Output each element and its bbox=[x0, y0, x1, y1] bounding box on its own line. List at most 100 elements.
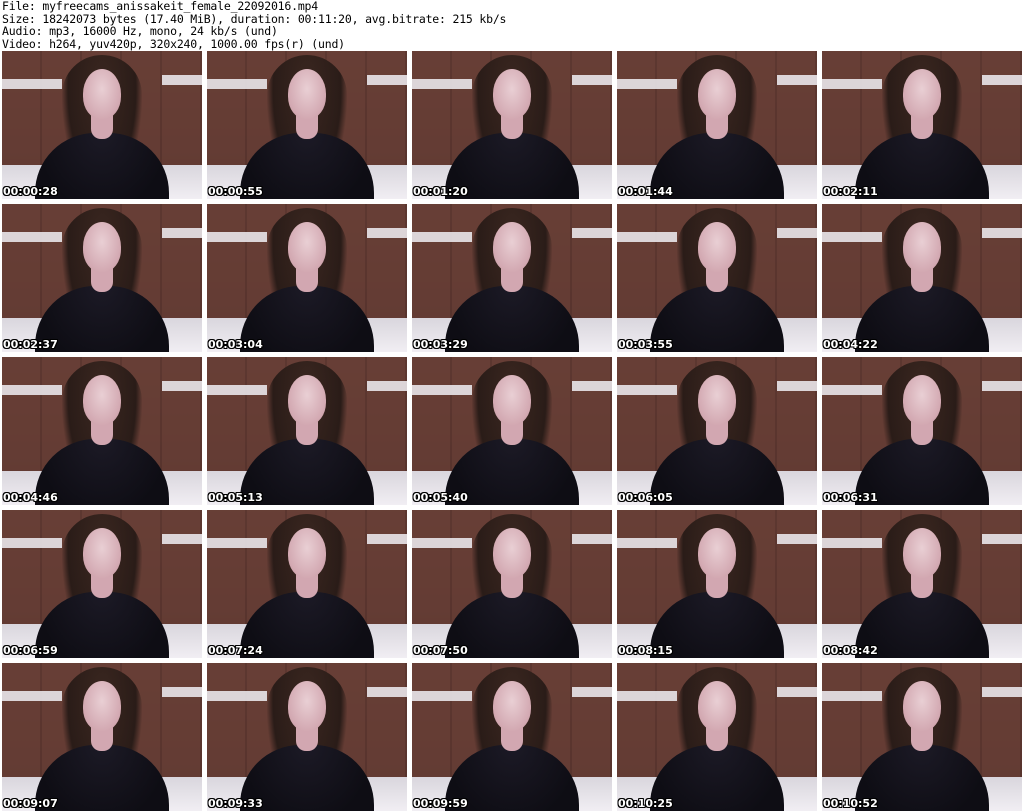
video-thumbnail: 00:06:31 bbox=[822, 357, 1022, 505]
face bbox=[903, 69, 941, 119]
person-figure bbox=[437, 361, 587, 505]
person-figure bbox=[27, 208, 177, 352]
thumbnail-timestamp: 00:07:50 bbox=[413, 644, 468, 657]
video-thumbnail: 00:10:25 bbox=[617, 663, 817, 811]
file-name-line: File: myfreecams_anissakeit_female_22092… bbox=[2, 0, 319, 13]
thumbnail-timestamp: 00:06:31 bbox=[823, 491, 878, 504]
thumbnail-timestamp: 00:06:59 bbox=[3, 644, 58, 657]
thumbnail-grid: 00:00:28 00:00:55 00:01:20 00:01:44 00:02:11… bbox=[2, 51, 1022, 811]
video-thumbnail: 00:10:52 bbox=[822, 663, 1022, 811]
video-thumbnail: 00:01:20 bbox=[412, 51, 612, 199]
thumbnail-timestamp: 00:04:46 bbox=[3, 491, 58, 504]
video-thumbnail: 00:07:24 bbox=[207, 510, 407, 658]
face bbox=[288, 528, 326, 578]
face bbox=[83, 528, 121, 578]
video-info-line: Video: h264, yuv420p, 320x240, 1000.00 f… bbox=[2, 36, 345, 51]
thumbnail-timestamp: 00:10:52 bbox=[823, 797, 878, 810]
thumbnail-timestamp: 00:05:13 bbox=[208, 491, 263, 504]
face bbox=[903, 375, 941, 425]
person-figure bbox=[232, 361, 382, 505]
person-figure bbox=[847, 514, 997, 658]
video-thumbnail: 00:02:11 bbox=[822, 51, 1022, 199]
video-thumbnail: 00:05:13 bbox=[207, 357, 407, 505]
audio-info-line: Audio: mp3, 16000 Hz, mono, 24 kb/s (und… bbox=[2, 24, 278, 39]
thumbnail-timestamp: 00:01:44 bbox=[618, 185, 673, 198]
thumbnail-timestamp: 00:03:04 bbox=[208, 338, 263, 351]
person-figure bbox=[847, 208, 997, 352]
person-figure bbox=[847, 55, 997, 199]
person-figure bbox=[232, 55, 382, 199]
thumbnail-timestamp: 00:09:33 bbox=[208, 797, 263, 810]
thumbnail-timestamp: 00:02:37 bbox=[3, 338, 58, 351]
video-thumbnail: 00:00:28 bbox=[2, 51, 202, 199]
person-figure bbox=[27, 55, 177, 199]
thumbnail-timestamp: 00:06:05 bbox=[618, 491, 673, 504]
video-thumbnail: 00:09:59 bbox=[412, 663, 612, 811]
video-thumbnail: 00:09:33 bbox=[207, 663, 407, 811]
thumbnail-timestamp: 00:04:22 bbox=[823, 338, 878, 351]
thumbnail-timestamp: 00:02:11 bbox=[823, 185, 878, 198]
person-figure bbox=[437, 55, 587, 199]
person-figure bbox=[642, 514, 792, 658]
face bbox=[698, 528, 736, 578]
person-figure bbox=[437, 514, 587, 658]
face bbox=[83, 375, 121, 425]
face bbox=[698, 681, 736, 731]
face bbox=[83, 69, 121, 119]
face bbox=[698, 222, 736, 272]
face bbox=[698, 375, 736, 425]
face bbox=[288, 375, 326, 425]
face bbox=[288, 222, 326, 272]
face bbox=[493, 222, 531, 272]
face bbox=[493, 69, 531, 119]
thumbnail-timestamp: 00:08:15 bbox=[618, 644, 673, 657]
thumbnail-timestamp: 00:07:24 bbox=[208, 644, 263, 657]
thumbnail-timestamp: 00:03:29 bbox=[413, 338, 468, 351]
thumbnail-timestamp: 00:00:28 bbox=[3, 185, 58, 198]
thumbnail-timestamp: 00:09:07 bbox=[3, 797, 58, 810]
thumbnail-timestamp: 00:08:42 bbox=[823, 644, 878, 657]
thumbnail-timestamp: 00:10:25 bbox=[618, 797, 673, 810]
person-figure bbox=[642, 361, 792, 505]
face bbox=[493, 375, 531, 425]
thumbnail-timestamp: 00:09:59 bbox=[413, 797, 468, 810]
face bbox=[493, 681, 531, 731]
person-figure bbox=[642, 208, 792, 352]
video-thumbnail: 00:08:42 bbox=[822, 510, 1022, 658]
person-figure bbox=[437, 208, 587, 352]
person-figure bbox=[232, 208, 382, 352]
video-thumbnail: 00:09:07 bbox=[2, 663, 202, 811]
person-figure bbox=[847, 361, 997, 505]
person-figure bbox=[27, 361, 177, 505]
file-info-header: File: myfreecams_anissakeit_female_22092… bbox=[2, 0, 1022, 50]
video-thumbnail: 00:04:46 bbox=[2, 357, 202, 505]
face bbox=[83, 681, 121, 731]
face bbox=[288, 681, 326, 731]
thumbnail-timestamp: 00:01:20 bbox=[413, 185, 468, 198]
video-thumbnail: 00:02:37 bbox=[2, 204, 202, 352]
video-thumbnail: 00:07:50 bbox=[412, 510, 612, 658]
thumbnail-timestamp: 00:03:55 bbox=[618, 338, 673, 351]
thumbnail-timestamp: 00:00:55 bbox=[208, 185, 263, 198]
video-thumbnail: 00:05:40 bbox=[412, 357, 612, 505]
face bbox=[493, 528, 531, 578]
face bbox=[698, 69, 736, 119]
video-thumbnail: 00:06:05 bbox=[617, 357, 817, 505]
person-figure bbox=[27, 514, 177, 658]
person-figure bbox=[27, 667, 177, 811]
video-thumbnail: 00:06:59 bbox=[2, 510, 202, 658]
person-figure bbox=[847, 667, 997, 811]
video-thumbnail: 00:01:44 bbox=[617, 51, 817, 199]
video-thumbnail: 00:03:55 bbox=[617, 204, 817, 352]
face bbox=[903, 528, 941, 578]
thumbnail-timestamp: 00:05:40 bbox=[413, 491, 468, 504]
person-figure bbox=[437, 667, 587, 811]
person-figure bbox=[642, 667, 792, 811]
video-thumbnail: 00:03:29 bbox=[412, 204, 612, 352]
person-figure bbox=[642, 55, 792, 199]
video-thumbnail: 00:03:04 bbox=[207, 204, 407, 352]
video-thumbnail: 00:08:15 bbox=[617, 510, 817, 658]
person-figure bbox=[232, 667, 382, 811]
face bbox=[903, 222, 941, 272]
face bbox=[288, 69, 326, 119]
